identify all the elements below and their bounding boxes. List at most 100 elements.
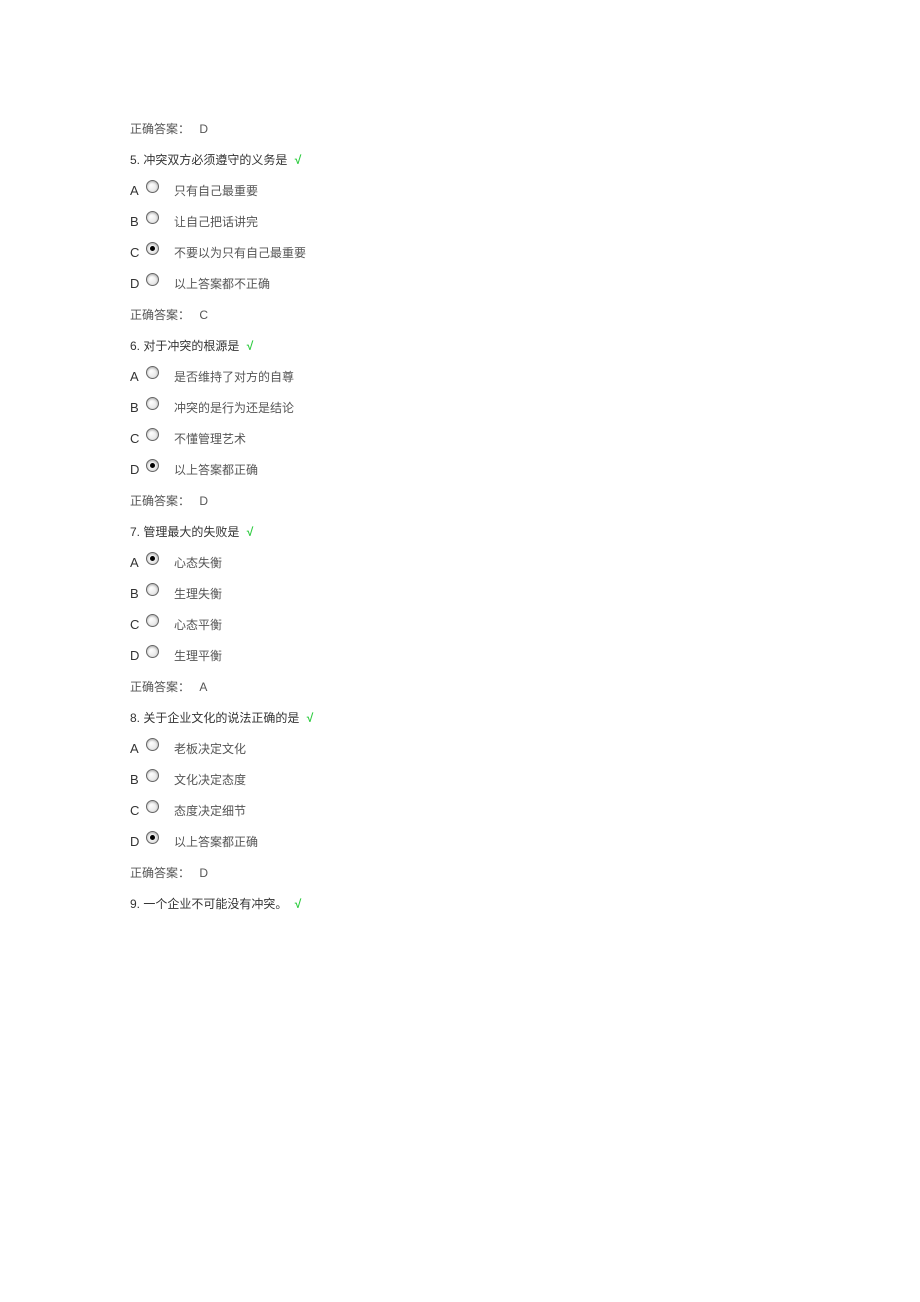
- question-5-block: 5. 冲突双方必须遵守的义务是 √ A 只有自己最重要 B 让自己把话讲完 C …: [130, 151, 790, 323]
- radio-icon[interactable]: [146, 738, 159, 751]
- option-text: 文化决定态度: [174, 771, 246, 788]
- answer-value: D: [199, 122, 208, 136]
- checkmark-icon: √: [247, 525, 254, 539]
- radio-icon[interactable]: [146, 180, 159, 193]
- option-row-6b: B 冲突的是行为还是结论: [130, 399, 790, 416]
- correct-answer-8: 正确答案： D: [130, 864, 790, 881]
- radio-icon[interactable]: [146, 211, 159, 224]
- answer-value: C: [199, 308, 208, 322]
- option-row-5c: C 不要以为只有自己最重要: [130, 244, 790, 261]
- checkmark-icon: √: [247, 339, 254, 353]
- option-letter: A: [130, 741, 146, 756]
- radio-icon[interactable]: [146, 459, 159, 472]
- option-row-7d: D 生理平衡: [130, 647, 790, 664]
- option-row-5a: A 只有自己最重要: [130, 182, 790, 199]
- option-text: 心态平衡: [174, 616, 222, 633]
- option-letter: A: [130, 369, 146, 384]
- radio-icon[interactable]: [146, 552, 159, 565]
- option-row-7c: C 心态平衡: [130, 616, 790, 633]
- radio-icon[interactable]: [146, 242, 159, 255]
- question-number: 6.: [130, 339, 140, 353]
- question-text: 冲突双方必须遵守的义务是: [143, 153, 287, 167]
- answer-label: 正确答案：: [130, 680, 190, 694]
- option-letter: D: [130, 276, 146, 291]
- question-9: 9. 一个企业不可能没有冲突。 √: [130, 895, 790, 912]
- question-6: 6. 对于冲突的根源是 √: [130, 337, 790, 354]
- answer-value: D: [199, 494, 208, 508]
- option-row-7a: A 心态失衡: [130, 554, 790, 571]
- correct-answer-6: 正确答案： D: [130, 492, 790, 509]
- question-text: 一个企业不可能没有冲突。: [143, 897, 287, 911]
- answer-label: 正确答案：: [130, 308, 190, 322]
- option-text: 生理平衡: [174, 647, 222, 664]
- option-text: 生理失衡: [174, 585, 222, 602]
- question-number: 5.: [130, 153, 140, 167]
- question-5: 5. 冲突双方必须遵守的义务是 √: [130, 151, 790, 168]
- option-text: 以上答案都正确: [174, 833, 258, 850]
- option-row-7b: B 生理失衡: [130, 585, 790, 602]
- radio-icon[interactable]: [146, 583, 159, 596]
- option-text: 以上答案都正确: [174, 461, 258, 478]
- correct-answer-4: 正确答案： D: [130, 120, 790, 137]
- option-letter: C: [130, 803, 146, 818]
- answer-value: A: [199, 680, 207, 694]
- option-letter: A: [130, 183, 146, 198]
- question-8-block: 8. 关于企业文化的说法正确的是 √ A 老板决定文化 B 文化决定态度 C 态…: [130, 709, 790, 881]
- option-letter: D: [130, 462, 146, 477]
- correct-answer-7: 正确答案： A: [130, 678, 790, 695]
- radio-icon[interactable]: [146, 273, 159, 286]
- checkmark-icon: √: [295, 897, 302, 911]
- option-text: 不要以为只有自己最重要: [174, 244, 306, 261]
- option-letter: B: [130, 772, 146, 787]
- option-text: 冲突的是行为还是结论: [174, 399, 294, 416]
- question-6-block: 6. 对于冲突的根源是 √ A 是否维持了对方的自尊 B 冲突的是行为还是结论 …: [130, 337, 790, 509]
- radio-icon[interactable]: [146, 769, 159, 782]
- question-text: 关于企业文化的说法正确的是: [143, 711, 299, 725]
- option-row-5d: D 以上答案都不正确: [130, 275, 790, 292]
- radio-icon[interactable]: [146, 397, 159, 410]
- option-row-5b: B 让自己把话讲完: [130, 213, 790, 230]
- option-letter: D: [130, 834, 146, 849]
- radio-icon[interactable]: [146, 614, 159, 627]
- radio-icon[interactable]: [146, 831, 159, 844]
- question-number: 9.: [130, 897, 140, 911]
- option-letter: B: [130, 214, 146, 229]
- option-row-8d: D 以上答案都正确: [130, 833, 790, 850]
- radio-icon[interactable]: [146, 366, 159, 379]
- checkmark-icon: √: [295, 153, 302, 167]
- question-8: 8. 关于企业文化的说法正确的是 √: [130, 709, 790, 726]
- option-letter: C: [130, 245, 146, 260]
- answer-value: D: [199, 866, 208, 880]
- option-row-8a: A 老板决定文化: [130, 740, 790, 757]
- option-text: 态度决定细节: [174, 802, 246, 819]
- option-text: 老板决定文化: [174, 740, 246, 757]
- option-letter: B: [130, 400, 146, 415]
- option-text: 让自己把话讲完: [174, 213, 258, 230]
- option-text: 不懂管理艺术: [174, 430, 246, 447]
- option-text: 以上答案都不正确: [174, 275, 270, 292]
- question-text: 管理最大的失败是: [143, 525, 239, 539]
- option-row-6a: A 是否维持了对方的自尊: [130, 368, 790, 385]
- question-number: 8.: [130, 711, 140, 725]
- option-row-6d: D 以上答案都正确: [130, 461, 790, 478]
- option-text: 是否维持了对方的自尊: [174, 368, 294, 385]
- question-7: 7. 管理最大的失败是 √: [130, 523, 790, 540]
- option-letter: C: [130, 617, 146, 632]
- option-letter: A: [130, 555, 146, 570]
- correct-answer-5: 正确答案： C: [130, 306, 790, 323]
- option-letter: D: [130, 648, 146, 663]
- option-row-6c: C 不懂管理艺术: [130, 430, 790, 447]
- question-text: 对于冲突的根源是: [143, 339, 239, 353]
- answer-label: 正确答案：: [130, 866, 190, 880]
- option-row-8b: B 文化决定态度: [130, 771, 790, 788]
- question-number: 7.: [130, 525, 140, 539]
- question-7-block: 7. 管理最大的失败是 √ A 心态失衡 B 生理失衡 C 心态平衡 D 生理平…: [130, 523, 790, 695]
- radio-icon[interactable]: [146, 645, 159, 658]
- option-row-8c: C 态度决定细节: [130, 802, 790, 819]
- checkmark-icon: √: [307, 711, 314, 725]
- radio-icon[interactable]: [146, 800, 159, 813]
- radio-icon[interactable]: [146, 428, 159, 441]
- question-9-block: 9. 一个企业不可能没有冲突。 √: [130, 895, 790, 912]
- answer-label: 正确答案：: [130, 494, 190, 508]
- option-text: 心态失衡: [174, 554, 222, 571]
